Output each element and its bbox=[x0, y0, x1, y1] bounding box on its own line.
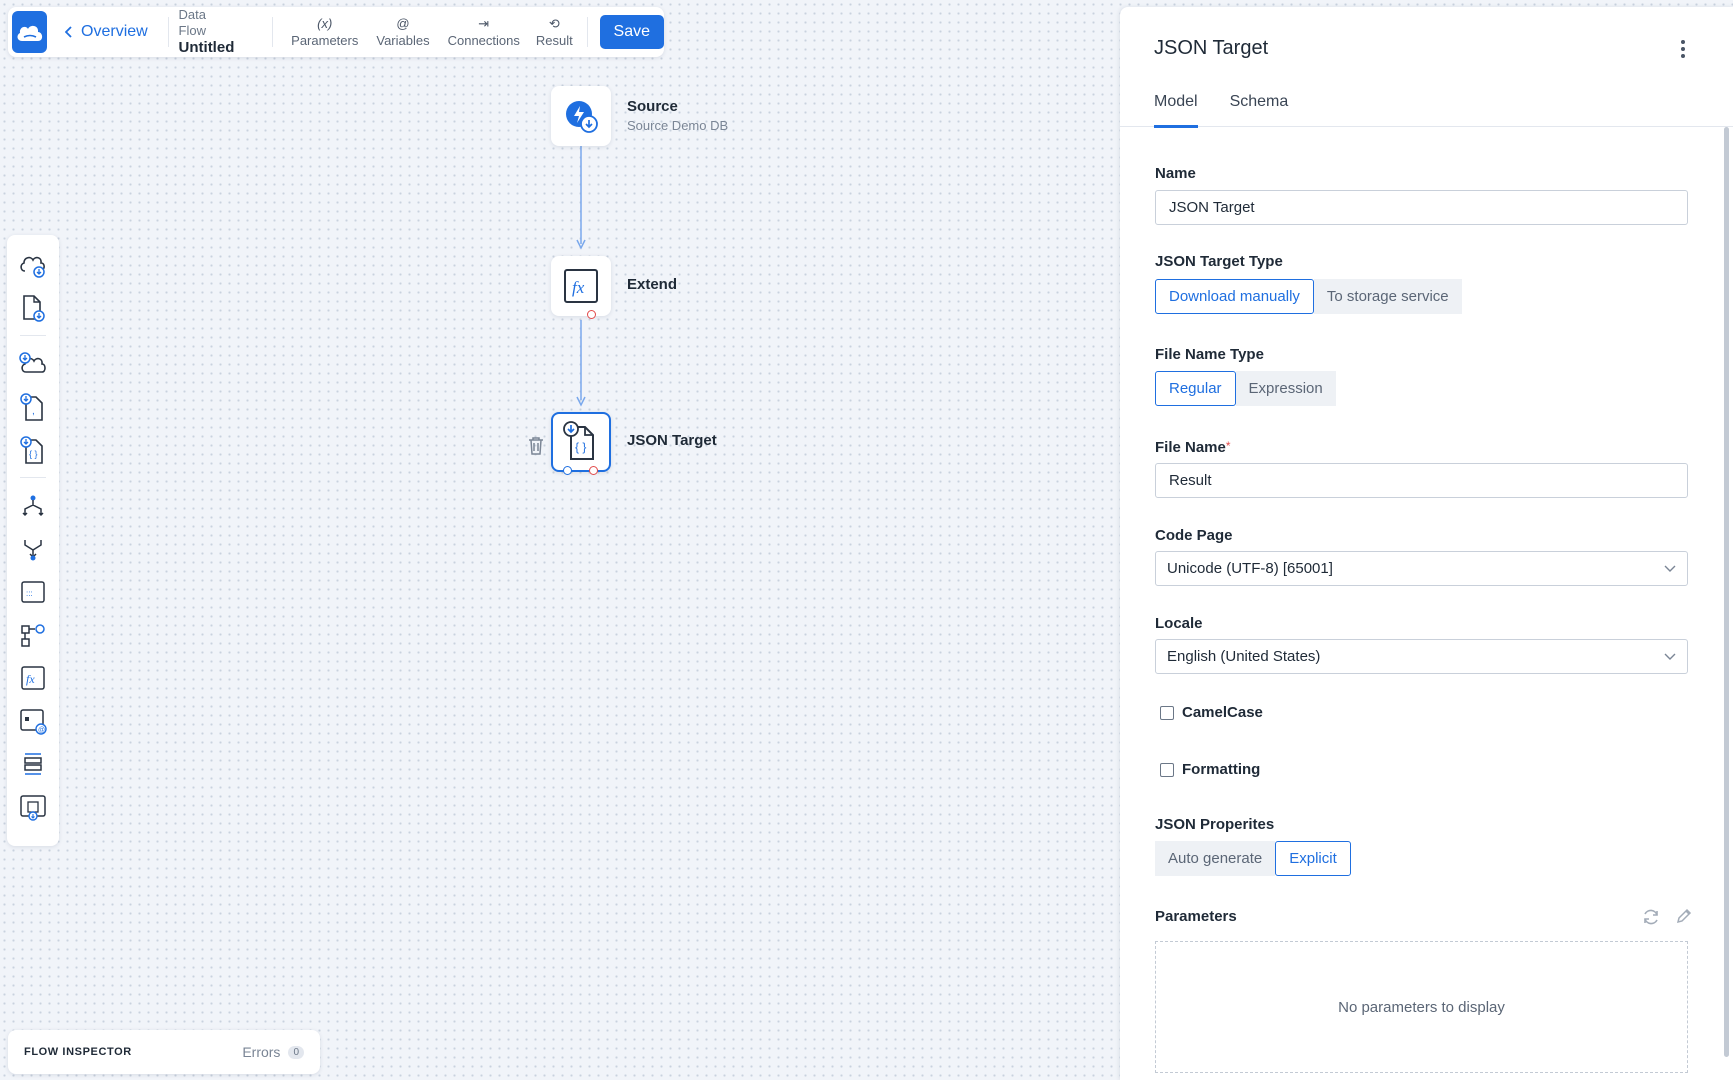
tab-model[interactable]: Model bbox=[1154, 83, 1198, 128]
parameters-empty-state: No parameters to display bbox=[1155, 941, 1688, 1073]
locale-select[interactable]: English (United States) bbox=[1155, 639, 1688, 674]
chevron-down-icon bbox=[1664, 653, 1676, 660]
trash-icon[interactable] bbox=[527, 436, 545, 456]
file-name-type-label: File Name Type bbox=[1155, 346, 1264, 363]
svg-text:fx: fx bbox=[26, 672, 35, 686]
code-page-label: Code Page bbox=[1155, 527, 1233, 544]
flow-connectors bbox=[576, 146, 586, 407]
extend-output-port[interactable] bbox=[587, 310, 596, 319]
variable-icon[interactable]: @ bbox=[17, 705, 49, 737]
camelcase-label: CamelCase bbox=[1182, 704, 1263, 721]
fx-icon: fx bbox=[564, 269, 598, 303]
json-target-node-label: JSON Target bbox=[627, 432, 717, 449]
auto-generate-option[interactable]: Auto generate bbox=[1155, 841, 1276, 876]
file-name-input[interactable] bbox=[1155, 463, 1688, 498]
properties-panel: JSON Target Model Schema Name JSON Targe… bbox=[1120, 7, 1733, 1080]
flow-inspector[interactable]: FLOW INSPECTOR Errors 0 bbox=[8, 1030, 320, 1074]
nested-target-icon[interactable] bbox=[17, 791, 49, 823]
stack-icon[interactable] bbox=[17, 748, 49, 780]
download-manually-option[interactable]: Download manually bbox=[1155, 279, 1314, 314]
regular-option[interactable]: Regular bbox=[1155, 371, 1236, 406]
json-target-output-port[interactable] bbox=[589, 466, 598, 475]
target-type-toggle: Download manually To storage service bbox=[1155, 279, 1462, 314]
refresh-icon[interactable] bbox=[1641, 907, 1661, 927]
code-page-select[interactable]: Unicode (UTF-8) [65001] bbox=[1155, 551, 1688, 586]
join-icon[interactable] bbox=[17, 619, 49, 651]
source-node-label: Source bbox=[627, 98, 678, 115]
panel-title: JSON Target bbox=[1154, 37, 1269, 59]
camelcase-checkbox[interactable]: CamelCase bbox=[1160, 704, 1263, 721]
flow-inspector-title: FLOW INSPECTOR bbox=[24, 1046, 132, 1058]
chevron-down-icon bbox=[1664, 565, 1676, 572]
file-name-label: File Name* bbox=[1155, 439, 1231, 456]
extend-node-label: Extend bbox=[627, 276, 678, 293]
locale-value: English (United States) bbox=[1167, 648, 1321, 665]
errors-toggle[interactable]: Errors 0 bbox=[242, 1044, 304, 1060]
errors-count-badge: 0 bbox=[288, 1045, 304, 1059]
json-target-node[interactable]: { } bbox=[551, 412, 611, 475]
svg-text:fx: fx bbox=[572, 278, 585, 297]
parameters-actions bbox=[1641, 907, 1693, 927]
checkbox-icon bbox=[1160, 705, 1174, 720]
svg-text:@: @ bbox=[38, 727, 45, 734]
errors-label: Errors bbox=[242, 1044, 281, 1060]
source-icon bbox=[566, 101, 598, 133]
expression-option[interactable]: Expression bbox=[1235, 371, 1336, 406]
formatting-checkbox[interactable]: Formatting bbox=[1160, 761, 1260, 778]
source-node[interactable] bbox=[551, 86, 611, 146]
json-properties-toggle: Auto generate Explicit bbox=[1155, 841, 1351, 876]
more-options-icon[interactable] bbox=[1673, 37, 1693, 61]
parameters-label: Parameters bbox=[1155, 908, 1237, 925]
panel-scrollbar[interactable] bbox=[1724, 127, 1729, 1057]
svg-text:{ }: { } bbox=[575, 440, 586, 454]
json-file-icon: { } bbox=[563, 421, 594, 460]
name-input[interactable] bbox=[1155, 190, 1688, 225]
merge-icon[interactable] bbox=[17, 533, 49, 565]
target-type-label: JSON Target Type bbox=[1155, 253, 1283, 270]
to-storage-service-option[interactable]: To storage service bbox=[1313, 279, 1462, 314]
file-name-label-text: File Name bbox=[1155, 439, 1226, 456]
svg-text::::: ::: bbox=[26, 589, 33, 598]
source-node-sublabel: Source Demo DB bbox=[627, 118, 729, 133]
lookup-icon[interactable]: ::: bbox=[17, 576, 49, 608]
extend-node[interactable]: fx bbox=[551, 256, 611, 319]
checkbox-icon bbox=[1160, 762, 1174, 777]
file-name-type-toggle: Regular Expression bbox=[1155, 371, 1336, 406]
formatting-label: Formatting bbox=[1182, 761, 1261, 778]
parameters-empty-text: No parameters to display bbox=[1338, 998, 1505, 1016]
panel-tabs: Model Schema bbox=[1120, 83, 1733, 128]
json-properties-label: JSON Properites bbox=[1155, 816, 1275, 833]
name-label: Name bbox=[1155, 165, 1196, 182]
fx-icon[interactable]: fx bbox=[17, 662, 49, 694]
tab-schema[interactable]: Schema bbox=[1230, 83, 1289, 127]
edit-icon[interactable] bbox=[1675, 907, 1693, 927]
json-target-input-port[interactable] bbox=[563, 466, 572, 475]
code-page-value: Unicode (UTF-8) [65001] bbox=[1167, 560, 1333, 577]
locale-label: Locale bbox=[1155, 615, 1203, 632]
required-marker: * bbox=[1225, 439, 1231, 453]
explicit-option[interactable]: Explicit bbox=[1275, 841, 1351, 876]
